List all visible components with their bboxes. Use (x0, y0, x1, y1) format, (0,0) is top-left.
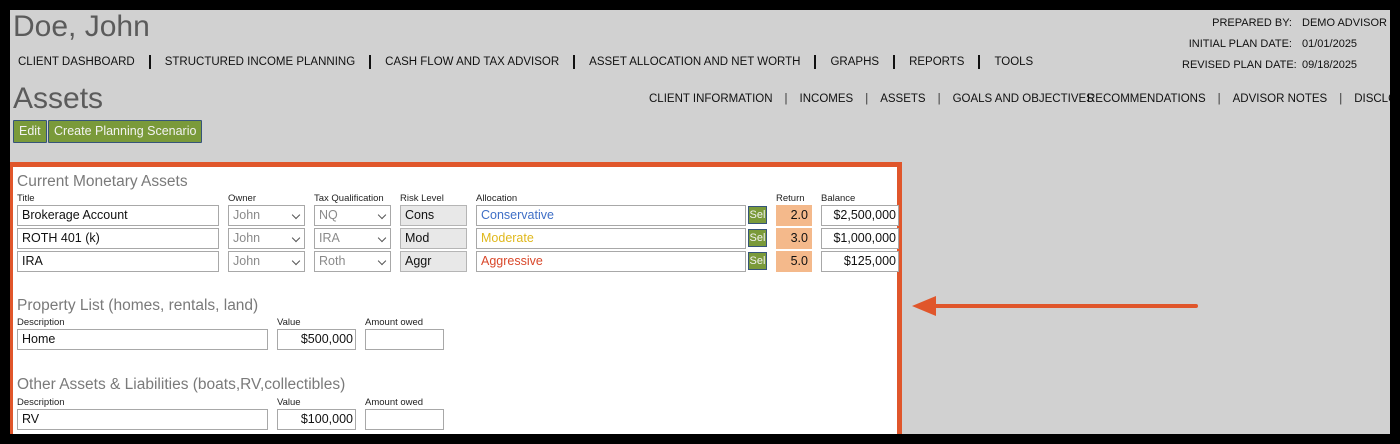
property-col-header-description: Description (17, 317, 65, 328)
subnav-goals-objectives[interactable]: GOALS AND OBJECTIVES (953, 93, 1094, 105)
nav-separator (893, 55, 896, 69)
col-header-tax-qualification: Tax Qualification (314, 193, 384, 204)
page-title: Assets (13, 82, 104, 115)
revised-plan-date-row: REVISED PLAN DATE: 09/18/2025 (1182, 59, 1380, 71)
nav-cash-flow-tax-advisor[interactable]: CASH FLOW AND TAX ADVISOR (377, 56, 567, 68)
other-assets-title: Other Assets & Liabilities (boats,RV,col… (17, 376, 346, 393)
prepared-by-value: DEMO ADVISOR (1302, 17, 1387, 29)
owner-select[interactable]: John (228, 205, 305, 226)
col-header-return: Return (776, 193, 805, 204)
subnav-recommendations[interactable]: RECOMMENDATIONS (1087, 93, 1206, 105)
property-value-field[interactable]: $500,000 (277, 329, 356, 350)
subnav-disclosure[interactable]: DISCLOSURE (1354, 93, 1390, 105)
create-planning-scenario-button[interactable]: Create Planning Scenario (48, 120, 203, 143)
subnav-client-information[interactable]: CLIENT INFORMATION (649, 93, 773, 105)
property-list-title: Property List (homes, rentals, land) (17, 297, 259, 314)
nav-tools[interactable]: TOOLS (986, 56, 1041, 68)
sub-nav-right: RECOMMENDATIONS | ADVISOR NOTES | DISCLOSU… (1087, 93, 1390, 105)
owner-select[interactable]: John (228, 251, 305, 272)
col-header-owner: Owner (228, 193, 256, 204)
allocation-select-button[interactable]: Sel (748, 229, 767, 247)
other-amount-owed-field[interactable] (365, 409, 444, 430)
nav-separator (148, 55, 151, 69)
other-col-header-value: Value (277, 397, 301, 408)
allocation-select-button[interactable]: Sel (748, 252, 767, 270)
subnav-separator: | (1217, 93, 1221, 105)
nav-separator (573, 55, 576, 69)
allocation-field[interactable]: Conservative (476, 205, 746, 226)
screenshot-frame: Doe, John PREPARED BY: DEMO ADVISOR INIT… (0, 0, 1400, 444)
nav-separator (814, 55, 817, 69)
property-col-header-amount-owed: Amount owed (365, 317, 424, 328)
col-header-allocation: Allocation (476, 193, 518, 204)
revised-plan-date-label: REVISED PLAN DATE: (1182, 59, 1297, 71)
prepared-by-row: PREPARED BY: DEMO ADVISOR (1182, 17, 1387, 29)
allocation-select-button[interactable]: Sel (748, 206, 767, 224)
tax-qualification-select[interactable]: Roth (314, 251, 391, 272)
initial-plan-date-row: INITIAL PLAN DATE: 01/01/2025 (1182, 38, 1380, 50)
subnav-separator: | (784, 93, 788, 105)
nav-reports[interactable]: REPORTS (901, 56, 972, 68)
other-description-field[interactable]: RV (17, 409, 268, 430)
nav-graphs[interactable]: GRAPHS (822, 56, 887, 68)
return-field[interactable]: 3.0 (776, 228, 812, 249)
nav-separator (978, 55, 981, 69)
nav-separator (369, 55, 372, 69)
col-header-balance: Balance (821, 193, 856, 204)
initial-plan-date-label: INITIAL PLAN DATE: (1188, 38, 1292, 50)
risk-level-field: Cons (400, 205, 467, 226)
initial-plan-date-value: 01/01/2025 (1302, 38, 1358, 50)
col-header-title: Title (17, 193, 35, 204)
asset-title-field[interactable]: Brokerage Account (17, 205, 219, 226)
subnav-incomes[interactable]: INCOMES (800, 93, 854, 105)
risk-level-field: Aggr (400, 251, 467, 272)
property-description-field[interactable]: Home (17, 329, 268, 350)
assets-panel: Current Monetary Assets Title Owner Tax … (10, 162, 902, 434)
allocation-field[interactable]: Aggressive (476, 251, 746, 272)
edit-button[interactable]: Edit (13, 120, 47, 143)
tax-qualification-select[interactable]: NQ (314, 205, 391, 226)
sub-nav-left: CLIENT INFORMATION | INCOMES | ASSETS | GOA… (649, 93, 1094, 105)
subnav-separator: | (865, 93, 869, 105)
client-name: Doe, John (13, 10, 150, 43)
property-amount-owed-field[interactable] (365, 329, 444, 350)
asset-title-field[interactable]: ROTH 401 (k) (17, 228, 219, 249)
subnav-assets[interactable]: ASSETS (880, 93, 925, 105)
main-nav: CLIENT DASHBOARD STRUCTURED INCOME PLANN… (10, 55, 1041, 69)
allocation-field[interactable]: Moderate (476, 228, 746, 249)
subnav-separator: | (937, 93, 941, 105)
balance-field[interactable]: $2,500,000 (821, 205, 899, 226)
nav-asset-allocation-net-worth[interactable]: ASSET ALLOCATION AND NET WORTH (581, 56, 808, 68)
return-field[interactable]: 2.0 (776, 205, 812, 226)
current-monetary-assets-title: Current Monetary Assets (17, 173, 188, 190)
revised-plan-date-value: 09/18/2025 (1302, 59, 1358, 71)
other-col-header-amount-owed: Amount owed (365, 397, 424, 408)
app-page: Doe, John PREPARED BY: DEMO ADVISOR INIT… (10, 10, 1390, 434)
subnav-advisor-notes[interactable]: ADVISOR NOTES (1233, 93, 1328, 105)
nav-structured-income-planning[interactable]: STRUCTURED INCOME PLANNING (157, 56, 363, 68)
risk-level-field: Mod (400, 228, 467, 249)
return-field[interactable]: 5.0 (776, 251, 812, 272)
balance-field[interactable]: $1,000,000 (821, 228, 899, 249)
prepared-by-label: PREPARED BY: (1212, 17, 1292, 29)
other-col-header-description: Description (17, 397, 65, 408)
property-col-header-value: Value (277, 317, 301, 328)
annotation-arrow-icon (912, 296, 1198, 316)
balance-field[interactable]: $125,000 (821, 251, 899, 272)
nav-client-dashboard[interactable]: CLIENT DASHBOARD (10, 56, 143, 68)
owner-select[interactable]: John (228, 228, 305, 249)
other-value-field[interactable]: $100,000 (277, 409, 356, 430)
subnav-separator: | (1339, 93, 1343, 105)
col-header-risk-level: Risk Level (400, 193, 444, 204)
tax-qualification-select[interactable]: IRA (314, 228, 391, 249)
asset-title-field[interactable]: IRA (17, 251, 219, 272)
